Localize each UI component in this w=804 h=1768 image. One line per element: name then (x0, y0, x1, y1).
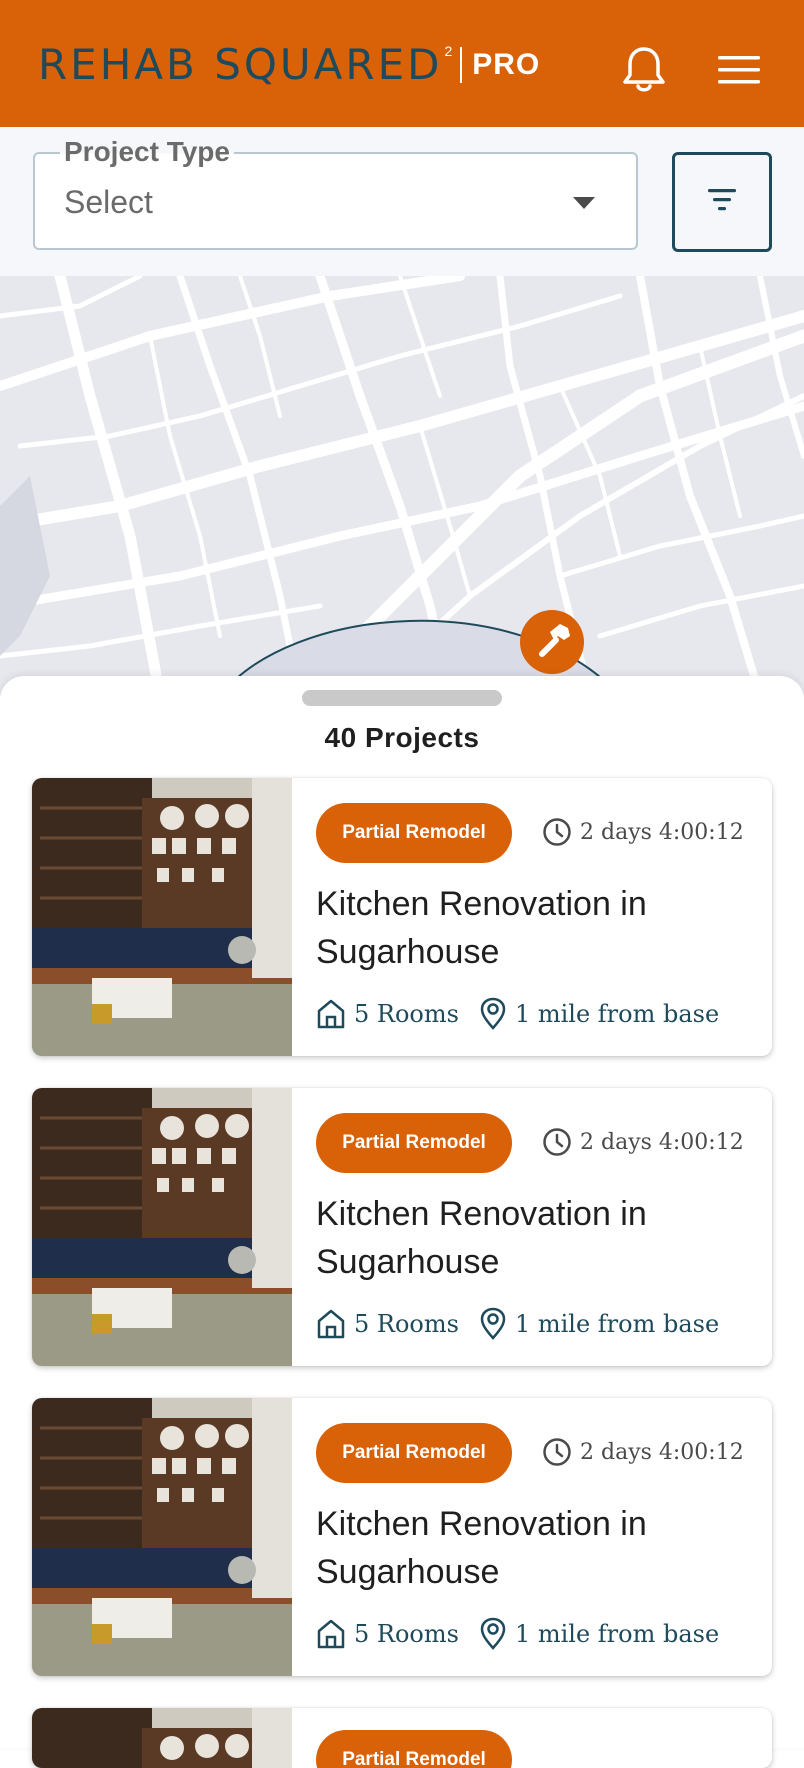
timer-text: 2 days 4:00:12 (580, 819, 744, 845)
clock-icon (543, 818, 571, 846)
map-pin[interactable] (520, 610, 584, 674)
project-type-badge: Partial Remodel (316, 803, 512, 863)
filter-button[interactable] (672, 152, 772, 252)
timer-text: 2 days 4:00:12 (580, 1439, 744, 1465)
home-icon (317, 1619, 345, 1649)
project-image (32, 1398, 292, 1676)
project-card[interactable]: Partial Remodel 2 days 4:00:12 Kitchen R… (32, 1088, 772, 1366)
project-image (32, 1088, 292, 1366)
map-view[interactable] (0, 276, 804, 696)
project-type-label: Project Type (60, 136, 234, 168)
street-map (0, 276, 804, 696)
project-image (32, 1708, 292, 1768)
distance-text: 1 mile from base (514, 1000, 720, 1028)
project-timer: 2 days 4:00:12 (542, 1434, 744, 1470)
brand-superscript: 2 (444, 43, 453, 59)
project-type-badge: Partial Remodel (316, 1423, 512, 1483)
app-header: REHAB SQUARED 2 PRO (0, 0, 804, 127)
location-pin-icon (480, 1617, 506, 1650)
home-icon (317, 999, 345, 1029)
hamburger-menu-icon (718, 56, 760, 84)
project-timer: 2 days 4:00:12 (542, 1124, 744, 1160)
brand-name: REHAB SQUARED (38, 40, 443, 89)
project-card[interactable]: Partial Remodel 2 days 4:00:12 Kitchen R… (32, 778, 772, 1056)
project-meta: 5 Rooms 1 mile from base (316, 1614, 719, 1654)
project-type-badge: Partial Remodel (316, 1113, 512, 1173)
location-pin-icon (480, 997, 506, 1030)
brand-logo[interactable]: REHAB SQUARED 2 PRO (38, 40, 540, 90)
projects-count: 40 Projects (324, 722, 480, 753)
sheet-drag-handle[interactable] (302, 690, 502, 706)
project-timer: 2 days 4:00:12 (542, 814, 744, 850)
project-meta: 5 Rooms 1 mile from base (316, 1304, 719, 1344)
menu-button[interactable] (716, 50, 764, 90)
distance-text: 1 mile from base (514, 1310, 720, 1338)
project-type-badge: Partial Remodel (316, 1730, 512, 1768)
hammer-icon (539, 624, 570, 657)
project-title: Kitchen Renovation in Sugarhouse (316, 1195, 647, 1281)
rooms-text: 5 Rooms (354, 1000, 459, 1028)
brand-suffix: PRO (472, 48, 541, 81)
caret-down-icon (573, 197, 595, 209)
project-type-value: Select (64, 184, 153, 220)
rooms-text: 5 Rooms (354, 1310, 459, 1338)
project-title: Kitchen Renovation in Sugarhouse (316, 885, 647, 971)
bell-icon (623, 47, 665, 92)
project-card[interactable]: Partial Remodel 2 days 4:00:12 Kitchen R… (32, 1398, 772, 1676)
home-icon (317, 1309, 345, 1339)
rooms-text: 5 Rooms (354, 1620, 459, 1648)
project-title: Kitchen Renovation in Sugarhouse (316, 1505, 647, 1591)
distance-text: 1 mile from base (514, 1620, 720, 1648)
project-image (32, 778, 292, 1056)
project-card[interactable]: Partial Remodel (32, 1708, 772, 1768)
location-pin-icon (480, 1307, 506, 1340)
brand-divider (460, 47, 463, 83)
timer-text: 2 days 4:00:12 (580, 1129, 744, 1155)
clock-icon (543, 1128, 571, 1156)
clock-icon (543, 1438, 571, 1466)
notifications-button[interactable] (620, 44, 668, 94)
project-meta: 5 Rooms 1 mile from base (316, 994, 719, 1034)
filter-icon (708, 189, 736, 211)
